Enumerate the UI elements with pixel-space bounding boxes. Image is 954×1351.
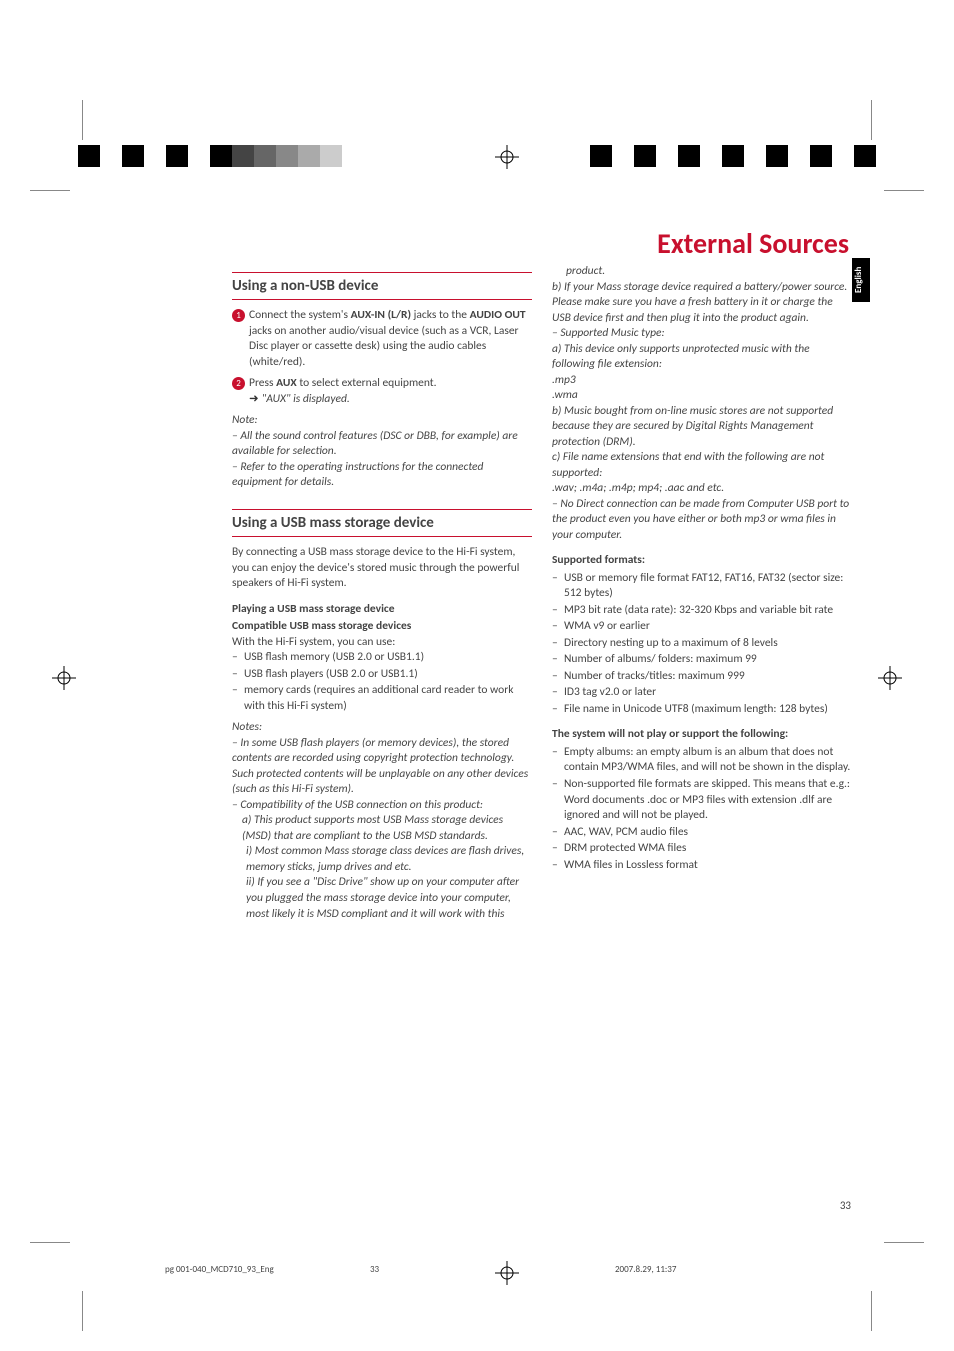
usb-note-2a: a) This product supports most USB Mass s… <box>232 813 532 844</box>
sub-heading-playing: Playing a USB mass storage device <box>232 602 532 618</box>
cont-n3a: a) This device only supports unprotected… <box>552 342 852 373</box>
cont-n3c: c) File name extensions that end with th… <box>552 450 852 481</box>
cont-product: product. <box>552 264 852 280</box>
notplay-list: Empty albums: an empty album is an album… <box>552 745 852 873</box>
list-item: File name in Unicode UTF8 (maximum lengt… <box>564 702 852 718</box>
list-item: Non-supported file formats are skipped. … <box>564 777 852 824</box>
top-calibration-bar <box>0 145 954 167</box>
with-line: With the Hi-Fi system, you can use: <box>232 635 532 651</box>
list-item: USB flash memory (USB 2.0 or USB1.1) <box>244 650 532 666</box>
note-label: Note: <box>232 413 532 429</box>
step-1-text: Connect the system's AUX-IN (L/R) jacks … <box>249 308 532 370</box>
step-1: 1 Connect the system's AUX-IN (L/R) jack… <box>232 308 532 370</box>
crop-line <box>871 1291 872 1331</box>
list-item: ID3 tag v2.0 or later <box>564 685 852 701</box>
cont-n2b: b) If your Mass storage device required … <box>552 280 852 327</box>
list-item: Number of tracks/titles: maximum 999 <box>564 669 852 685</box>
registration-mark-icon <box>495 1261 519 1285</box>
usb-intro: By connecting a USB mass storage device … <box>232 545 532 592</box>
registration-mark-icon <box>495 145 519 169</box>
step-2: 2 Press AUX to select external equipment… <box>232 376 532 407</box>
left-column: Using a non-USB device 1 Connect the sys… <box>232 264 532 922</box>
note-block: Note: – All the sound control features (… <box>232 413 532 491</box>
footer-filename: pg 001-040_MCD710_93_Eng <box>165 1264 274 1275</box>
registration-mark-icon <box>878 666 902 690</box>
list-item: memory cards (requires an additional car… <box>244 683 532 714</box>
crop-line <box>871 100 872 140</box>
crop-line <box>884 1242 924 1243</box>
usb-note-2aii: ii) If you see a "Disc Drive" show up on… <box>232 875 532 922</box>
cont-n3b: b) Music bought from on-line music store… <box>552 404 852 451</box>
sub-heading-compatible: Compatible USB mass storage devices <box>232 619 532 635</box>
supported-heading: Supported formats: <box>552 553 852 569</box>
note-1: – All the sound control features (DSC or… <box>232 429 532 460</box>
page-number: 33 <box>840 1199 851 1212</box>
crop-line <box>30 1242 70 1243</box>
list-item: WMA files in Lossless format <box>564 858 852 874</box>
cont-n4: – No Direct connection can be made from … <box>552 497 852 544</box>
list-item: DRM protected WMA files <box>564 841 852 857</box>
list-item: Directory nesting up to a maximum of 8 l… <box>564 636 852 652</box>
list-item: WMA v9 or earlier <box>564 619 852 635</box>
supported-list: USB or memory file format FAT12, FAT16, … <box>552 571 852 718</box>
cont-mp3: .mp3 <box>552 373 852 389</box>
notes-label: Notes: <box>232 720 532 736</box>
cont-exts: .wav; .m4a; .m4p; mp4; .aac and etc. <box>552 481 852 497</box>
crop-line <box>82 1291 83 1331</box>
compatible-list: USB flash memory (USB 2.0 or USB1.1) USB… <box>232 650 532 714</box>
cont-wma: .wma <box>552 388 852 404</box>
usb-note-1: – In some USB flash players (or memory d… <box>232 736 532 798</box>
step-2-text: Press AUX to select external equipment. … <box>249 376 532 407</box>
list-item: Number of albums/ folders: maximum 99 <box>564 652 852 668</box>
continued-notes: product. b) If your Mass storage device … <box>552 264 852 543</box>
list-item: AAC, WAV, PCM audio files <box>564 825 852 841</box>
section-heading-usb: Using a USB mass storage device <box>232 509 532 537</box>
footer-datetime: 2007.8.29, 11:37 <box>615 1264 676 1275</box>
step-badge-2: 2 <box>232 377 245 390</box>
section-heading-non-usb: Using a non-USB device <box>232 272 532 300</box>
note-2: – Refer to the operating instructions fo… <box>232 460 532 491</box>
right-column: product. b) If your Mass storage device … <box>552 264 852 922</box>
usb-note-2: – Compatibility of the USB connection on… <box>232 798 532 814</box>
list-item: Empty albums: an empty album is an album… <box>564 745 852 776</box>
crop-line <box>30 190 70 191</box>
list-item: MP3 bit rate (data rate): 32-320 Kbps an… <box>564 603 852 619</box>
notplay-heading: The system will not play or support the … <box>552 727 852 743</box>
list-item: USB or memory file format FAT12, FAT16, … <box>564 571 852 602</box>
footer-pagenum: 33 <box>370 1264 379 1275</box>
usb-notes: Notes: – In some USB flash players (or m… <box>232 720 532 922</box>
arrow-icon: ➜ <box>249 392 259 406</box>
step-badge-1: 1 <box>232 309 245 322</box>
cont-n3: – Supported Music type: <box>552 326 852 342</box>
crop-line <box>82 100 83 140</box>
list-item: USB flash players (USB 2.0 or USB1.1) <box>244 667 532 683</box>
page-title: External Sources <box>657 226 849 261</box>
usb-note-2ai: i) Most common Mass storage class device… <box>232 844 532 875</box>
registration-mark-icon <box>52 666 76 690</box>
crop-line <box>884 190 924 191</box>
